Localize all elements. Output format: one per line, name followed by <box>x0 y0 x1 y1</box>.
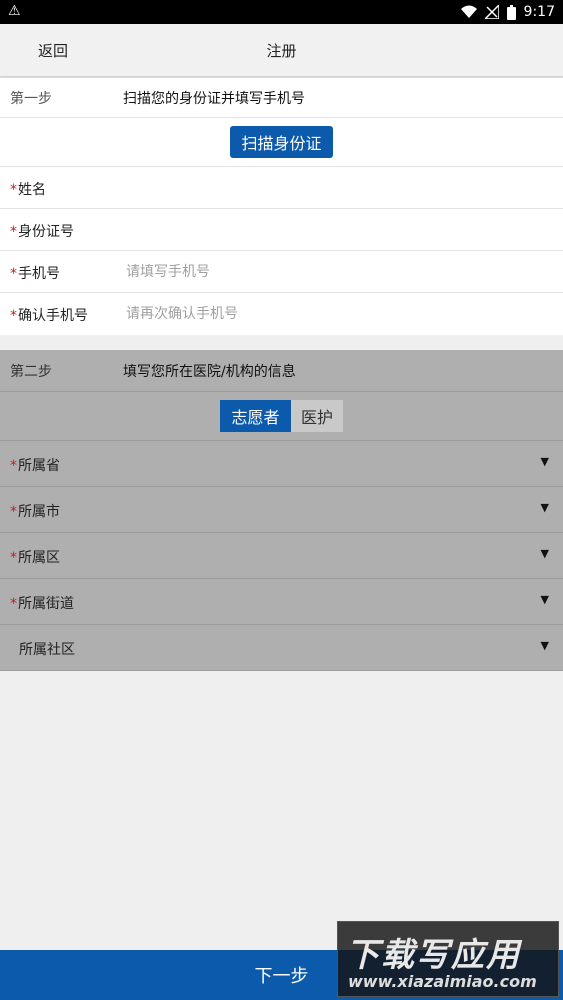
confirm-phone-label: *确认手机号 <box>10 308 88 324</box>
required-mark: * <box>10 596 17 612</box>
required-mark: * <box>10 308 17 324</box>
phone-row: *手机号 <box>0 251 563 293</box>
step2-header: 第二步 填写您所在医院/机构的信息 <box>0 350 563 392</box>
status-time: 9:17 <box>523 4 555 20</box>
step2-section: 第二步 填写您所在医院/机构的信息 志愿者 医护 *所属省 ▼ *所属市 ▼ *… <box>0 350 563 671</box>
name-input[interactable] <box>126 175 546 201</box>
no-signal-icon <box>484 5 499 19</box>
dropdown-arrow-icon[interactable]: ▼ <box>541 547 549 560</box>
role-toggle-row: 志愿者 医护 <box>0 392 563 441</box>
scan-id-button[interactable]: 扫描身份证 <box>230 126 333 158</box>
required-mark: * <box>10 224 17 240</box>
phone-input[interactable] <box>126 259 546 285</box>
watermark: 下载写应用 www.xiazaimiao.com <box>337 921 559 997</box>
province-label: *所属省 <box>10 458 60 474</box>
step1-desc: 扫描您的身份证并填写手机号 <box>123 91 305 107</box>
city-label: *所属市 <box>10 504 60 520</box>
role-toggle: 志愿者 医护 <box>220 400 343 432</box>
watermark-url: www.xiazaimiao.com <box>348 972 537 991</box>
step2-desc: 填写您所在医院/机构的信息 <box>123 364 296 380</box>
community-select[interactable]: 所属社区 ▼ <box>0 625 563 671</box>
id-number-label: *身份证号 <box>10 224 74 240</box>
street-label: *所属街道 <box>10 596 74 612</box>
scan-row: 扫描身份证 <box>0 118 563 167</box>
role-option-medical[interactable]: 医护 <box>291 400 343 432</box>
step1-header: 第一步 扫描您的身份证并填写手机号 <box>0 78 563 118</box>
status-icons: 9:17 <box>460 4 555 20</box>
required-mark: * <box>10 458 17 474</box>
required-mark: * <box>10 504 17 520</box>
step1-section: 第一步 扫描您的身份证并填写手机号 扫描身份证 *姓名 *身份证号 *手机号 *… <box>0 78 563 335</box>
name-label: *姓名 <box>10 182 46 198</box>
confirm-phone-input[interactable] <box>126 301 546 327</box>
street-select[interactable]: *所属街道 ▼ <box>0 579 563 625</box>
city-select[interactable]: *所属市 ▼ <box>0 487 563 533</box>
page-title: 注册 <box>266 42 297 60</box>
dropdown-arrow-icon[interactable]: ▼ <box>541 501 549 514</box>
dropdown-arrow-icon[interactable]: ▼ <box>541 639 549 652</box>
required-mark: * <box>10 266 17 282</box>
dropdown-arrow-icon[interactable]: ▼ <box>541 455 549 468</box>
name-row: *姓名 <box>0 167 563 209</box>
district-label: *所属区 <box>10 550 60 566</box>
step1-label: 第一步 <box>10 91 52 107</box>
role-option-volunteer[interactable]: 志愿者 <box>220 400 291 432</box>
confirm-phone-row: *确认手机号 <box>0 293 563 335</box>
wifi-icon <box>460 5 477 18</box>
nav-bar: 返回 注册 <box>0 24 563 77</box>
id-number-row: *身份证号 <box>0 209 563 251</box>
dropdown-arrow-icon[interactable]: ▼ <box>541 593 549 606</box>
district-select[interactable]: *所属区 ▼ <box>0 533 563 579</box>
required-mark: * <box>10 550 17 566</box>
battery-icon <box>506 4 516 20</box>
community-label: 所属社区 <box>19 642 75 658</box>
watermark-text: 下载写应用 <box>346 935 521 974</box>
id-number-input[interactable] <box>126 217 546 243</box>
province-select[interactable]: *所属省 ▼ <box>0 441 563 487</box>
status-bar: ⚠ 9:17 <box>0 0 563 24</box>
required-mark: * <box>10 182 17 198</box>
step2-label: 第二步 <box>10 364 52 380</box>
phone-label: *手机号 <box>10 266 60 282</box>
warning-icon: ⚠ <box>8 3 21 19</box>
